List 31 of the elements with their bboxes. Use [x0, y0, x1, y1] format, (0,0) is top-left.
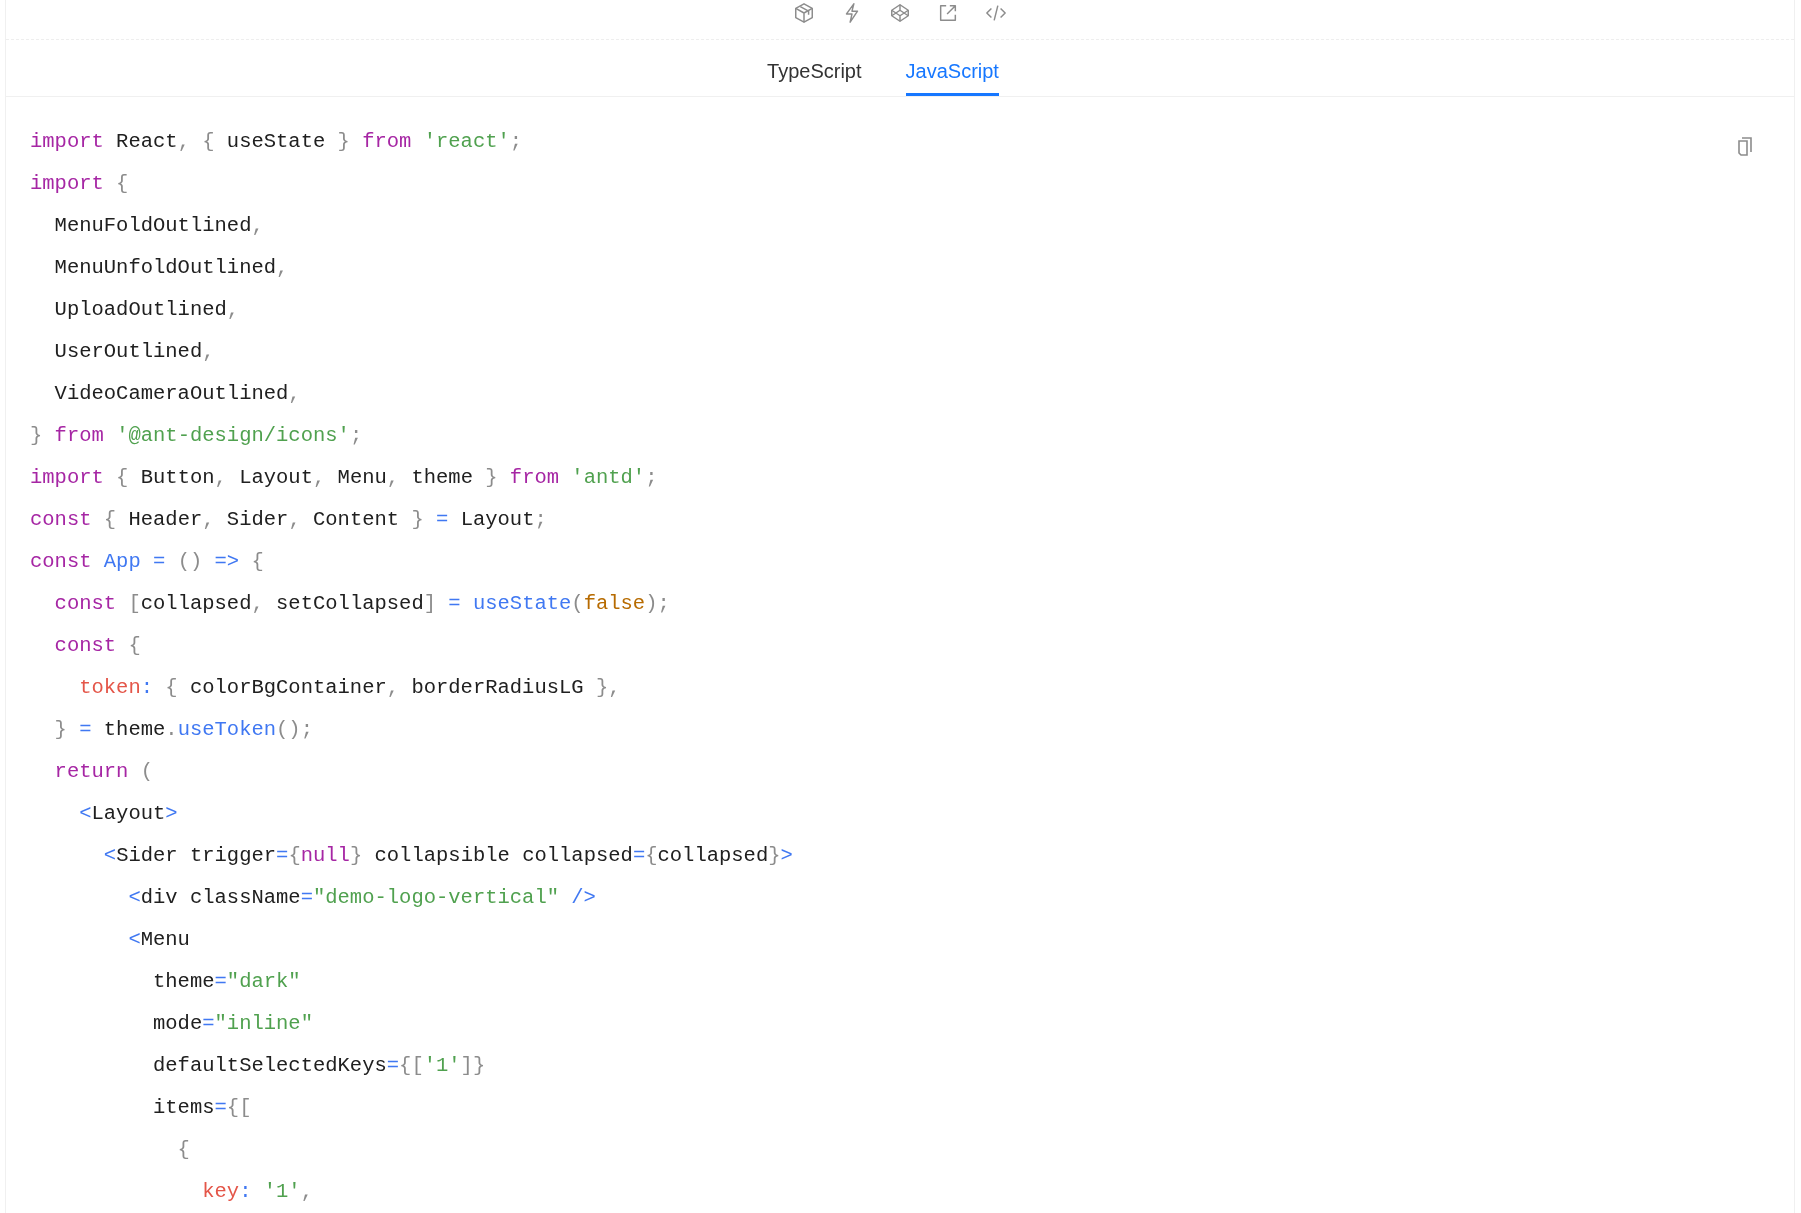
code-line: key: '1',: [201, 1179, 313, 1205]
code-line: VideoCameraOutlined,: [53, 381, 301, 407]
code-line: <div className="demo-logo-vertical" />: [127, 885, 596, 911]
code-line: token: { colorBgContainer, borderRadiusLG },: [78, 675, 621, 701]
code-line: } = theme.useToken();: [53, 717, 313, 743]
code-line: theme="dark": [152, 969, 301, 995]
code-line: const { Header, Sider, Content } = Layout;: [30, 507, 547, 533]
code-line: UserOutlined,: [53, 339, 215, 365]
code-line: mode="inline": [152, 1011, 313, 1037]
code-line: import {: [30, 171, 129, 197]
code-line: <Sider trigger={null} collapsible collapsed={collapsed}>: [102, 843, 793, 869]
language-tab[interactable]: TypeScript: [767, 40, 862, 96]
code-line: return (: [53, 759, 154, 785]
external-link-icon[interactable]: [937, 2, 959, 24]
code-line: <Layout>: [78, 801, 178, 827]
code-line: UploadOutlined,: [53, 297, 240, 323]
code-line: const App = () => {: [30, 549, 264, 575]
code-line: {: [176, 1137, 190, 1163]
code-line: MenuUnfoldOutlined,: [53, 255, 289, 281]
code-line: import React, { useState } from 'react';: [30, 129, 523, 155]
code-line: const [collapsed, setCollapsed] = useState(false);: [53, 591, 670, 617]
code-line: MenuFoldOutlined,: [53, 213, 264, 239]
cube-icon[interactable]: [793, 2, 815, 24]
code-line: const {: [53, 633, 141, 659]
codepen-icon[interactable]: [889, 2, 911, 24]
code-line: defaultSelectedKeys={['1']}: [152, 1053, 486, 1079]
code-line: } from '@ant-design/icons';: [30, 423, 363, 449]
language-tab[interactable]: JavaScript: [905, 40, 999, 96]
code-line: <Menu: [127, 927, 190, 953]
code-line: items={[: [152, 1095, 252, 1121]
code-line: import { Button, Layout, Menu, theme } from 'antd';: [30, 465, 658, 491]
